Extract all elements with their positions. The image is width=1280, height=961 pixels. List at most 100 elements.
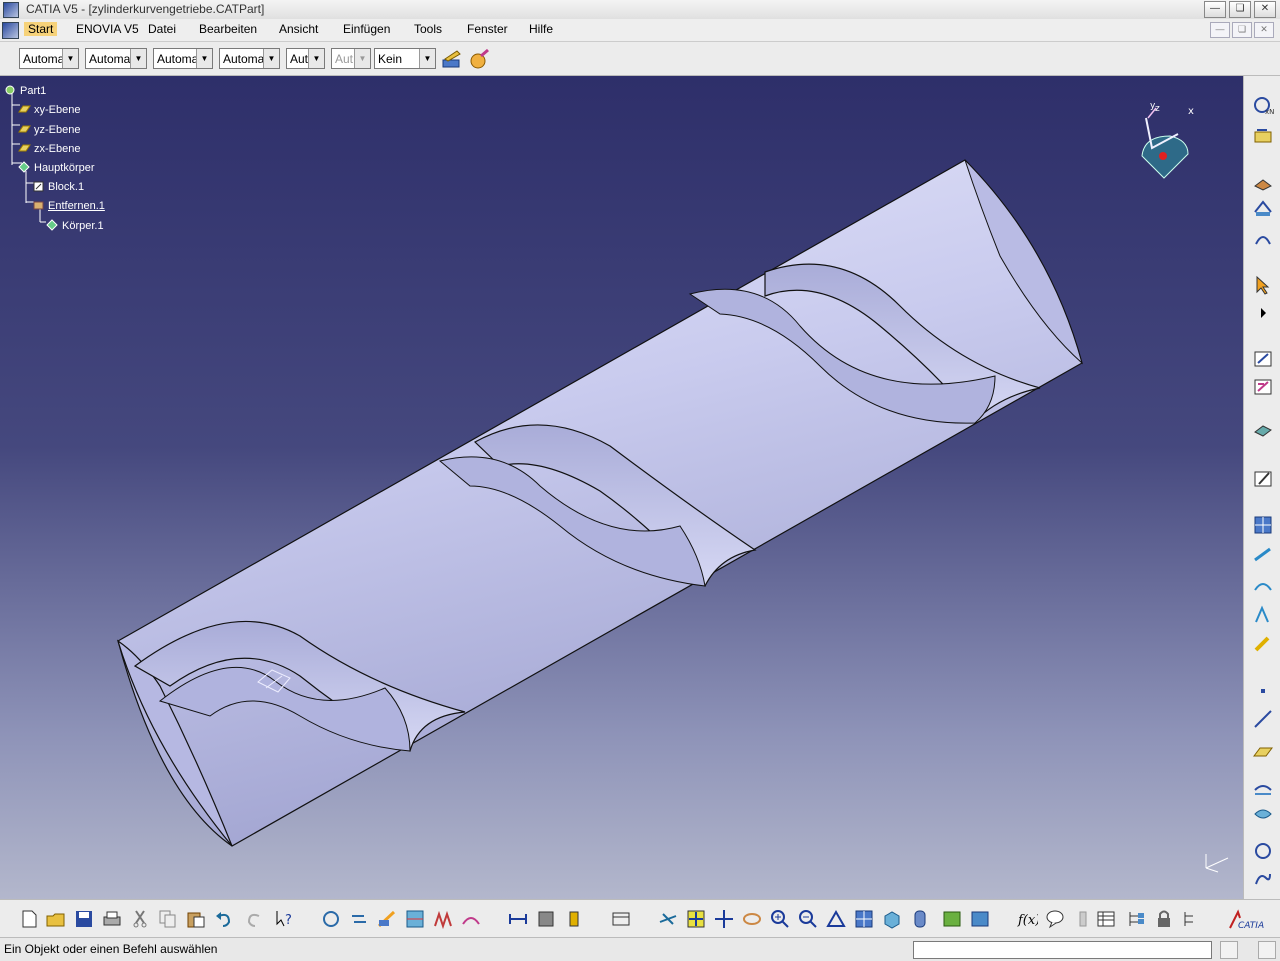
restore-button[interactable]: ❏	[1229, 1, 1251, 18]
measure-inertia-icon[interactable]	[563, 908, 585, 930]
doc-restore-button[interactable]: ❏	[1232, 22, 1252, 38]
sweep-icon[interactable]	[1252, 804, 1274, 826]
fill-color-combo[interactable]: Automa ▼	[19, 48, 79, 69]
menu-hilfe[interactable]: Hilfe	[529, 22, 553, 36]
whats-this-icon[interactable]: ?	[273, 908, 295, 930]
plane-system-icon[interactable]	[1252, 198, 1274, 220]
fit-all-icon[interactable]	[685, 908, 707, 930]
menu-einfuegen[interactable]: Einfügen	[343, 22, 390, 36]
tree-item-part1[interactable]: Part1	[4, 83, 46, 99]
cut-icon[interactable]	[129, 908, 151, 930]
print-icon[interactable]	[101, 908, 123, 930]
line-thickness-combo[interactable]: Automa ▼	[219, 48, 280, 69]
menu-datei[interactable]: Datei	[148, 22, 176, 36]
3d-viewport[interactable]: Part1 xy-Ebene yz-Ebene zx-Ebene Hauptkö…	[0, 76, 1243, 899]
dropdown-arrow-icon[interactable]: ▼	[308, 49, 324, 68]
snap-icon[interactable]	[1252, 544, 1274, 566]
save-icon[interactable]	[73, 908, 95, 930]
axis-system-icon[interactable]	[1252, 172, 1274, 194]
command-input[interactable]	[913, 941, 1212, 959]
select-icon[interactable]	[1252, 274, 1274, 296]
replace-icon[interactable]	[348, 908, 370, 930]
painter-icon[interactable]	[440, 48, 464, 70]
iso-view-icon[interactable]	[881, 908, 903, 930]
measure-item-icon[interactable]	[535, 908, 557, 930]
comment-icon[interactable]	[1044, 908, 1066, 930]
open-icon[interactable]	[45, 908, 67, 930]
plane-icon[interactable]	[1252, 740, 1274, 762]
dropdown-arrow-icon[interactable]: ▼	[196, 49, 212, 68]
minimize-button[interactable]: —	[1204, 1, 1226, 18]
sketcher-icon[interactable]	[1252, 348, 1274, 370]
table-icon[interactable]	[1095, 908, 1117, 930]
undo-icon[interactable]	[213, 908, 235, 930]
porcupine-icon[interactable]	[460, 908, 482, 930]
tree-item-yz-plane[interactable]: yz-Ebene	[18, 122, 80, 138]
point-icon[interactable]	[1252, 680, 1274, 702]
dropdown-arrow-icon[interactable]: ▼	[263, 49, 279, 68]
compass-icon[interactable]: y z x	[1130, 98, 1202, 182]
grid-icon[interactable]	[1252, 514, 1274, 536]
dropdown-arrow-icon[interactable]: ▼	[62, 49, 78, 68]
swap-space-icon[interactable]	[969, 908, 991, 930]
dropdown-arrow-icon[interactable]: ▼	[419, 49, 435, 68]
dropdown-arrow-icon[interactable]: ▼	[130, 49, 146, 68]
menu-enovia[interactable]: ENOVIA V5	[76, 22, 139, 36]
menu-start[interactable]: Start	[24, 22, 58, 36]
line-color-combo[interactable]: Automa ▼	[85, 48, 147, 69]
copy-icon[interactable]	[157, 908, 179, 930]
tree-icon[interactable]	[1125, 908, 1147, 930]
point-symbol-combo[interactable]: Aut ▼	[286, 48, 325, 69]
parameter-icon[interactable]	[1181, 908, 1203, 930]
pan-icon[interactable]	[713, 908, 735, 930]
view-mode-icon[interactable]	[909, 908, 931, 930]
new-icon[interactable]	[18, 908, 40, 930]
sketch-icon[interactable]: xN	[1252, 94, 1274, 116]
circle-icon[interactable]	[1252, 840, 1274, 862]
status-button-icon[interactable]	[1220, 941, 1238, 959]
curvature-icon[interactable]	[404, 908, 426, 930]
line-icon[interactable]	[1252, 708, 1274, 730]
menu-bearbeiten[interactable]: Bearbeiten	[199, 22, 257, 36]
zoom-out-icon[interactable]	[797, 908, 819, 930]
catalog-icon[interactable]	[610, 908, 632, 930]
catia-app-icon[interactable]	[3, 2, 19, 18]
tree-item-xy-plane[interactable]: xy-Ebene	[18, 102, 80, 118]
dimension-icon[interactable]	[1252, 604, 1274, 626]
construction-icon[interactable]	[1252, 576, 1274, 598]
zoom-in-icon[interactable]	[769, 908, 791, 930]
tree-item-koerper1[interactable]: Körper.1	[46, 218, 104, 234]
multi-view-icon[interactable]	[853, 908, 875, 930]
measure-between-icon[interactable]	[507, 908, 529, 930]
rotate-icon[interactable]	[741, 908, 763, 930]
sketch-positioned-icon[interactable]	[1252, 124, 1274, 146]
layer-combo[interactable]: Kein ▼	[374, 48, 436, 69]
scan-icon[interactable]	[376, 908, 398, 930]
tree-item-zx-plane[interactable]: zx-Ebene	[18, 141, 80, 157]
formula-icon[interactable]: f(x)	[1016, 908, 1038, 930]
close-button[interactable]: ✕	[1254, 1, 1276, 18]
part-geometry[interactable]	[0, 76, 1243, 899]
doc-minimize-button[interactable]: —	[1210, 22, 1230, 38]
draft-analysis-icon[interactable]	[432, 908, 454, 930]
edit-sketch-icon[interactable]	[1252, 468, 1274, 490]
expand-arrow-icon[interactable]	[1252, 302, 1274, 324]
normal-view-icon[interactable]	[825, 908, 847, 930]
graphic-properties-icon[interactable]	[468, 48, 492, 70]
part-design-icon[interactable]	[1252, 420, 1274, 442]
spline-icon[interactable]	[1252, 868, 1274, 890]
menu-fenster[interactable]: Fenster	[467, 22, 508, 36]
menu-tools[interactable]: Tools	[414, 22, 442, 36]
surface-icon[interactable]	[1252, 776, 1274, 798]
line-type-combo[interactable]: Automa ▼	[153, 48, 213, 69]
update-icon[interactable]	[320, 908, 342, 930]
fly-mode-icon[interactable]	[657, 908, 679, 930]
paste-icon[interactable]	[185, 908, 207, 930]
tree-item-entfernen1[interactable]: Entfernen.1	[32, 198, 105, 214]
tree-item-hauptkoerper[interactable]: Hauptkörper	[18, 160, 95, 176]
doc-close-button[interactable]: ✕	[1254, 22, 1274, 38]
tree-item-block1[interactable]: Block.1	[32, 179, 84, 195]
menu-ansicht[interactable]: Ansicht	[279, 22, 318, 36]
geometric-constraint-icon[interactable]	[1252, 634, 1274, 656]
sketch-analysis-icon[interactable]	[1252, 376, 1274, 398]
